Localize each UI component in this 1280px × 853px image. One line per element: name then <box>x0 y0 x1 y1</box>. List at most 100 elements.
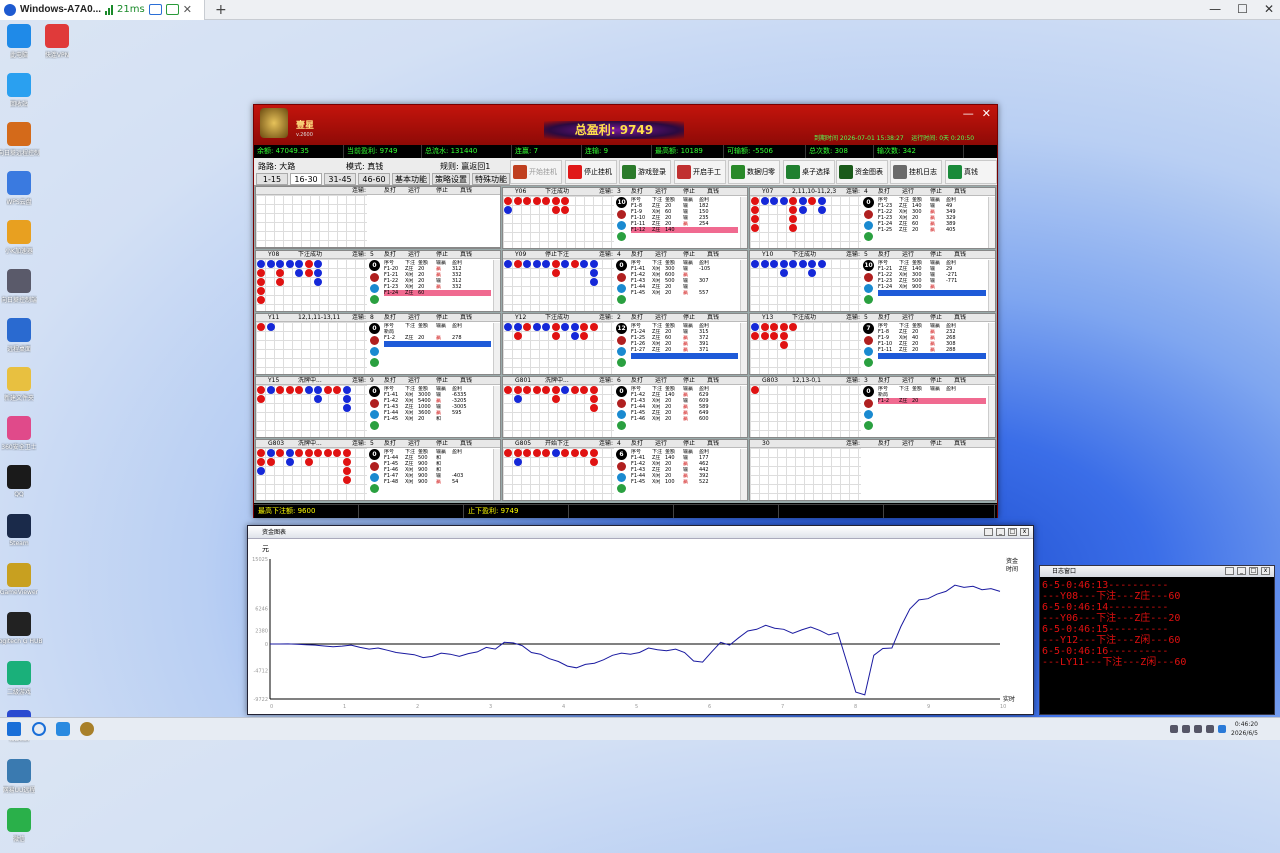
cell-scrollbar[interactable] <box>740 323 747 374</box>
reverse-checkbox[interactable]: 反打 <box>631 188 643 196</box>
stop-label[interactable]: 停止 <box>683 314 695 322</box>
reverse-checkbox[interactable]: 反打 <box>384 314 396 322</box>
toolbar-button-0[interactable]: 开始挂机 <box>510 160 562 184</box>
desktop-icon[interactable]: Steam <box>0 512 50 559</box>
run-checkbox[interactable]: 运行 <box>408 187 420 195</box>
cell-scrollbar[interactable] <box>740 449 747 500</box>
main-minimize-icon[interactable]: — <box>963 107 974 120</box>
tab-close-icon[interactable]: ✕ <box>183 3 192 16</box>
stop-label[interactable]: 停止 <box>436 440 448 448</box>
start-icon[interactable] <box>7 722 21 736</box>
reverse-checkbox[interactable]: 反打 <box>878 188 890 196</box>
log-minimize-icon[interactable]: _ <box>1237 567 1246 575</box>
cell-scrollbar[interactable] <box>493 386 500 437</box>
stop-label[interactable]: 停止 <box>683 440 695 448</box>
cell-scrollbar[interactable] <box>493 449 500 500</box>
cell-scrollbar[interactable] <box>740 260 747 311</box>
desktop-icon[interactable]: GameViewer <box>0 561 50 608</box>
toolbar-button-6[interactable]: 资金图表 <box>836 160 888 184</box>
run-checkbox[interactable]: 运行 <box>902 251 914 259</box>
desktop-icon[interactable]: WPS云盘 <box>0 169 50 216</box>
run-checkbox[interactable]: 运行 <box>408 251 420 259</box>
desktop-icon[interactable]: 微信 <box>0 806 50 853</box>
cell-scrollbar[interactable] <box>988 386 995 437</box>
app-taskbar-icon[interactable] <box>80 722 94 736</box>
log-maximize-icon[interactable]: □ <box>1249 567 1258 575</box>
cell-scrollbar[interactable] <box>988 260 995 311</box>
stop-label[interactable]: 停止 <box>683 377 695 385</box>
stop-label[interactable]: 停止 <box>930 440 942 448</box>
chart-pin-icon[interactable] <box>984 528 993 536</box>
desktop-icon[interactable]: 新建文件夹 <box>0 365 50 412</box>
new-tab-icon[interactable]: + <box>215 2 227 18</box>
send-icon[interactable] <box>56 722 70 736</box>
reverse-checkbox[interactable]: 反打 <box>878 314 890 322</box>
desktop-icon[interactable]: 网易UU远程 <box>0 757 50 804</box>
tab-3[interactable]: 46-60 <box>358 173 390 185</box>
network-icon[interactable] <box>1206 725 1214 733</box>
run-checkbox[interactable]: 运行 <box>655 314 667 322</box>
reverse-checkbox[interactable]: 反打 <box>631 440 643 448</box>
main-close-icon[interactable]: ✕ <box>982 107 991 120</box>
desktop-icon[interactable]: 快连VPN <box>26 22 88 69</box>
minimize-icon[interactable]: — <box>1209 2 1221 16</box>
log-close-icon[interactable]: x <box>1261 567 1270 575</box>
stop-label[interactable]: 停止 <box>436 251 448 259</box>
toolbar-button-5[interactable]: 桌子选择 <box>783 160 835 184</box>
chart-minimize-icon[interactable]: _ <box>996 528 1005 536</box>
tab-5[interactable]: 策略设置 <box>432 173 470 185</box>
desktop-icon[interactable]: 360安全卫士 <box>0 414 50 461</box>
stop-label[interactable]: 停止 <box>436 187 448 195</box>
tab-2[interactable]: 31-45 <box>324 173 356 185</box>
volume-icon[interactable] <box>1218 725 1226 733</box>
toolbar-button-2[interactable]: 游戏登录 <box>619 160 671 184</box>
cell-scrollbar[interactable] <box>988 197 995 248</box>
tray-icon-3[interactable] <box>1194 725 1202 733</box>
reverse-checkbox[interactable]: 反打 <box>384 187 396 195</box>
desktop-icon[interactable]: 小K加速器 <box>0 218 50 265</box>
remote-session-tab[interactable]: Windows-A7A0... 21ms ✕ <box>0 0 205 20</box>
toolbar-button-7[interactable]: 挂机日志 <box>890 160 942 184</box>
desktop-icon[interactable]: QQ <box>0 463 50 510</box>
stop-label[interactable]: 停止 <box>436 314 448 322</box>
desktop-icon[interactable]: Logitech G HUB <box>0 610 50 657</box>
stop-label[interactable]: 停止 <box>683 251 695 259</box>
stop-label[interactable]: 停止 <box>683 188 695 196</box>
stop-label[interactable]: 停止 <box>930 251 942 259</box>
cell-scrollbar[interactable] <box>740 386 747 437</box>
hd-icon[interactable] <box>165 4 179 15</box>
stop-label[interactable]: 停止 <box>930 314 942 322</box>
log-pin-icon[interactable] <box>1225 567 1234 575</box>
reverse-checkbox[interactable]: 反打 <box>878 251 890 259</box>
cell-scrollbar[interactable] <box>988 323 995 374</box>
reverse-checkbox[interactable]: 反打 <box>878 440 890 448</box>
run-checkbox[interactable]: 运行 <box>655 377 667 385</box>
run-checkbox[interactable]: 运行 <box>408 440 420 448</box>
tab-1[interactable]: 16-30 <box>290 173 322 185</box>
screen-icon[interactable] <box>148 4 162 15</box>
run-checkbox[interactable]: 运行 <box>655 188 667 196</box>
reverse-checkbox[interactable]: 反打 <box>384 251 396 259</box>
run-checkbox[interactable]: 运行 <box>902 314 914 322</box>
tab-4[interactable]: 基本功能 <box>392 173 430 185</box>
run-checkbox[interactable]: 运行 <box>902 188 914 196</box>
clock[interactable]: 0:46:20 2026/6/5 <box>1231 720 1258 738</box>
run-checkbox[interactable]: 运行 <box>655 251 667 259</box>
cell-scrollbar[interactable] <box>740 197 747 248</box>
close-icon[interactable]: ✕ <box>1264 2 1274 16</box>
toolbar-button-3[interactable]: 开启手工 <box>674 160 726 184</box>
desktop-icon[interactable]: 二级游戏 <box>0 659 50 706</box>
tab-0[interactable]: 1-15 <box>256 173 288 185</box>
reverse-checkbox[interactable]: 反打 <box>384 440 396 448</box>
tab-6[interactable]: 特殊功能 <box>472 173 510 185</box>
stop-label[interactable]: 停止 <box>436 377 448 385</box>
run-checkbox[interactable]: 运行 <box>655 440 667 448</box>
cell-scrollbar[interactable] <box>493 323 500 374</box>
desktop-icon[interactable]: 向日葵远程控制 <box>0 120 50 167</box>
stop-label[interactable]: 停止 <box>930 377 942 385</box>
toolbar-button-8[interactable]: 真钱 <box>945 160 997 184</box>
reverse-checkbox[interactable]: 反打 <box>384 377 396 385</box>
reverse-checkbox[interactable]: 反打 <box>631 314 643 322</box>
search-icon[interactable] <box>32 722 46 736</box>
chart-close-icon[interactable]: x <box>1020 528 1029 536</box>
